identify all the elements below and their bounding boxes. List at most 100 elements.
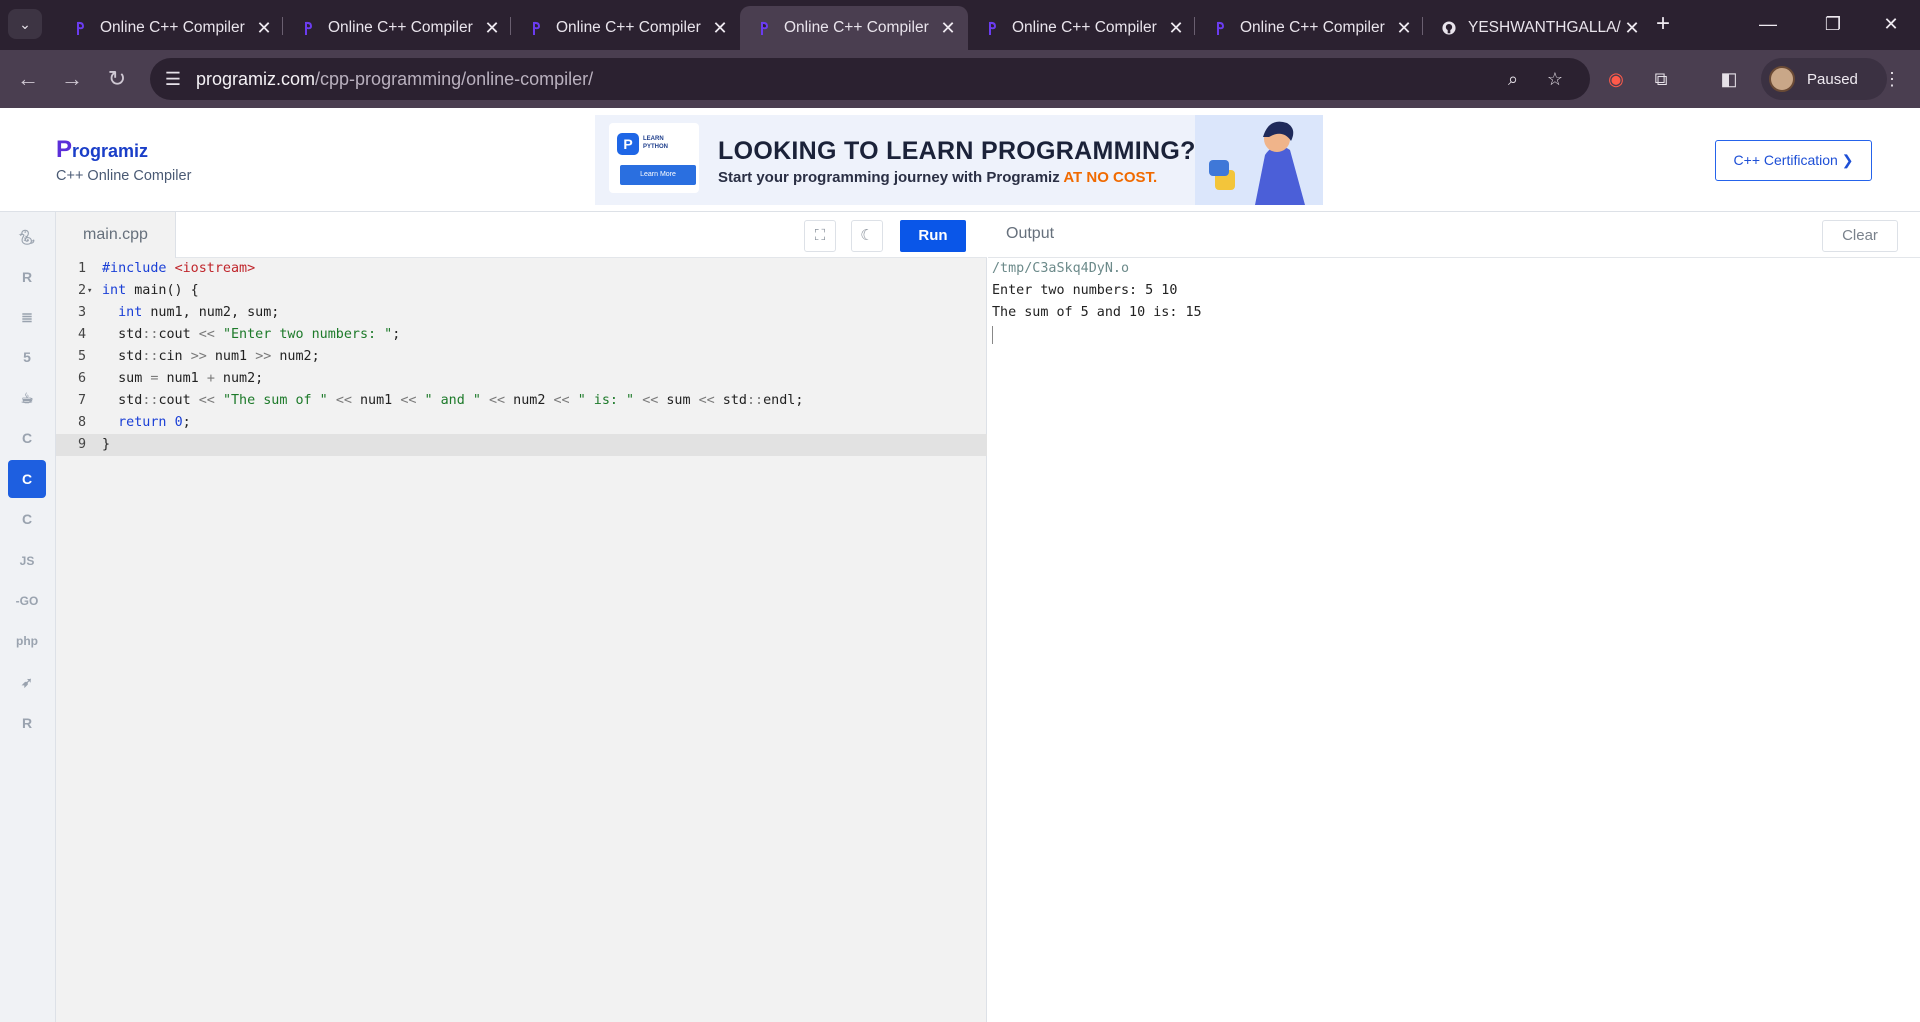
moon-icon: ☾ bbox=[860, 227, 874, 244]
dark-mode-toggle[interactable]: ☾ bbox=[851, 220, 883, 252]
output-header: Output Clear bbox=[988, 212, 1920, 258]
browser-tab[interactable]: Online C++ Compiler ✕ bbox=[56, 6, 284, 50]
programiz-favicon-icon bbox=[305, 21, 312, 35]
code-line: 7 std::cout << "The sum of " << num1 << … bbox=[77, 393, 804, 408]
avatar bbox=[1769, 66, 1795, 92]
programiz-favicon-icon bbox=[761, 21, 768, 35]
banner-headline: LOOKING TO LEARN PROGRAMMING? bbox=[718, 137, 1196, 165]
php-icon: php bbox=[16, 634, 38, 648]
programiz-favicon-icon bbox=[989, 21, 996, 35]
language-sql[interactable]: ≣ bbox=[8, 298, 46, 336]
language-rust[interactable]: R bbox=[8, 704, 46, 742]
editor-header: main.cpp ⛶ ☾ Run bbox=[56, 212, 987, 258]
output-console[interactable]: /tmp/C3aSkq4DyN.o Enter two numbers: 5 1… bbox=[992, 258, 1202, 344]
fold-arrow-icon[interactable]: ▾ bbox=[87, 280, 92, 302]
compiler-area: 🐍︎ R ≣ 5 ☕︎ C C C JS -GO php ➶ R main.cpp ⛶ ☾ Run 1 #… bbox=[0, 211, 1920, 1022]
output-line: The sum of 5 and 10 is: 15 bbox=[992, 305, 1202, 320]
tab-title: Online C++ Compiler bbox=[1240, 19, 1385, 36]
language-js[interactable]: JS bbox=[8, 542, 46, 580]
bookmark-star-icon[interactable]: ☆ bbox=[1542, 66, 1568, 92]
side-panel-icon[interactable]: ◧ bbox=[1713, 63, 1745, 95]
language-cpp[interactable]: C bbox=[8, 460, 46, 498]
programiz-logo[interactable]: Programiz bbox=[56, 136, 148, 164]
window-close-button[interactable]: ✕ bbox=[1868, 8, 1914, 40]
sql-icon: ≣ bbox=[21, 308, 33, 325]
csharp-icon: C bbox=[21, 511, 33, 527]
clear-button[interactable]: Clear bbox=[1822, 220, 1898, 252]
language-go[interactable]: -GO bbox=[8, 582, 46, 620]
close-icon[interactable]: ✕ bbox=[938, 18, 958, 39]
language-html[interactable]: 5 bbox=[8, 338, 46, 376]
python-icon: 🐍︎ bbox=[18, 228, 36, 245]
browser-tab[interactable]: YESHWANTHGALLA/✕ bbox=[1424, 6, 1652, 50]
language-swift[interactable]: ➶ bbox=[8, 663, 46, 701]
browser-tab[interactable]: Online C++ Compiler ✕ bbox=[968, 6, 1196, 50]
output-line: /tmp/C3aSkq4DyN.o bbox=[992, 261, 1130, 276]
programiz-badge-icon: P bbox=[617, 133, 639, 155]
code-line: 3 int num1, num2, sum; bbox=[77, 305, 280, 320]
tab-title: Online C++ Compiler bbox=[784, 19, 929, 36]
language-java[interactable]: ☕︎ bbox=[8, 379, 46, 417]
new-tab-button[interactable]: + bbox=[1648, 10, 1678, 40]
browser-tab[interactable]: Online C++ Compiler ✕ bbox=[1196, 6, 1424, 50]
browser-tab[interactable]: Online C++ Compiler ✕ bbox=[284, 6, 512, 50]
rust-icon: R bbox=[21, 715, 33, 731]
browser-toolbar: ← → ↻ ☰ programiz.com/cpp-programming/on… bbox=[0, 50, 1920, 108]
extension-record-icon[interactable]: ◉ bbox=[1600, 63, 1632, 95]
language-r[interactable]: R bbox=[8, 258, 46, 296]
learn-python-card: P LEARN PYTHON Learn More bbox=[609, 123, 699, 193]
browser-menu-icon[interactable]: ⋮ bbox=[1876, 63, 1908, 95]
close-icon[interactable]: ✕ bbox=[482, 18, 502, 39]
back-button[interactable]: ← bbox=[12, 63, 44, 95]
address-bar[interactable]: ☰ programiz.com/cpp-programming/online-c… bbox=[150, 58, 1590, 100]
go-icon: -GO bbox=[15, 594, 39, 608]
browser-tab[interactable]: Online C++ Compiler ✕ bbox=[512, 6, 740, 50]
language-csharp[interactable]: C bbox=[8, 500, 46, 538]
page-subtitle: C++ Online Compiler bbox=[56, 168, 192, 184]
tab-search-button[interactable]: ⌄ bbox=[8, 9, 42, 39]
r-icon: R bbox=[21, 269, 33, 285]
profile-button[interactable]: Paused bbox=[1761, 58, 1887, 100]
code-line: 5 std::cin >> num1 >> num2; bbox=[77, 349, 320, 364]
site-info-icon[interactable]: ☰ bbox=[160, 66, 186, 92]
tab-separator bbox=[510, 17, 511, 35]
extensions-puzzle-icon[interactable]: ⧉ bbox=[1645, 63, 1677, 95]
forward-button[interactable]: → bbox=[56, 63, 88, 95]
language-c[interactable]: C bbox=[8, 419, 46, 457]
profile-status: Paused bbox=[1807, 70, 1858, 88]
tab-title: Online C++ Compiler bbox=[556, 19, 701, 36]
close-icon[interactable]: ✕ bbox=[1622, 18, 1642, 39]
expand-icon: ⛶ bbox=[814, 227, 826, 244]
restore-button[interactable]: ❐ bbox=[1810, 8, 1856, 40]
input-caret bbox=[992, 326, 993, 344]
cpp-icon: C bbox=[21, 471, 33, 487]
tab-separator bbox=[1194, 17, 1195, 35]
output-line: Enter two numbers: 5 10 bbox=[992, 283, 1178, 298]
language-python[interactable]: 🐍︎ bbox=[8, 218, 46, 256]
c-icon: C bbox=[21, 430, 33, 446]
run-button[interactable]: Run bbox=[900, 220, 966, 252]
file-tab-main-cpp[interactable]: main.cpp bbox=[56, 212, 176, 258]
code-editor-pane: main.cpp ⛶ ☾ Run 1 #include <iostream> 2 ▾… bbox=[56, 212, 987, 1022]
ad-banner[interactable]: P LEARN PYTHON Learn More LOOKING TO LEAR… bbox=[595, 115, 1323, 205]
certification-button[interactable]: C++ Certification ❯ bbox=[1715, 140, 1872, 181]
minimize-button[interactable]: — bbox=[1745, 8, 1791, 40]
close-icon[interactable]: ✕ bbox=[1394, 18, 1414, 39]
tab-title: Online C++ Compiler bbox=[1012, 19, 1157, 36]
swift-icon: ➶ bbox=[21, 673, 33, 690]
learn-more-button[interactable]: Learn More bbox=[620, 165, 696, 185]
browser-tab-bar: ⌄ Online C++ Compiler ✕ Online C++ Compile… bbox=[0, 0, 1920, 50]
zoom-icon[interactable]: ⌕ bbox=[1500, 66, 1526, 92]
close-icon[interactable]: ✕ bbox=[710, 18, 730, 39]
code-editor[interactable]: 1 #include <iostream> 2 ▾ int main() { 3 in… bbox=[56, 258, 987, 456]
close-icon[interactable]: ✕ bbox=[1166, 18, 1186, 39]
language-php[interactable]: php bbox=[8, 622, 46, 660]
close-icon[interactable]: ✕ bbox=[254, 18, 274, 39]
code-line: 1 #include <iostream> bbox=[77, 261, 256, 276]
language-sidebar: 🐍︎ R ≣ 5 ☕︎ C C C JS -GO php ➶ R bbox=[0, 212, 56, 1022]
code-line: 8 return 0; bbox=[77, 415, 191, 430]
reload-button[interactable]: ↻ bbox=[101, 63, 133, 95]
fullscreen-button[interactable]: ⛶ bbox=[804, 220, 836, 252]
tab-title: YESHWANTHGALLA/ bbox=[1468, 19, 1621, 36]
browser-tab[interactable]: Online C++ Compiler ✕ bbox=[740, 6, 968, 50]
